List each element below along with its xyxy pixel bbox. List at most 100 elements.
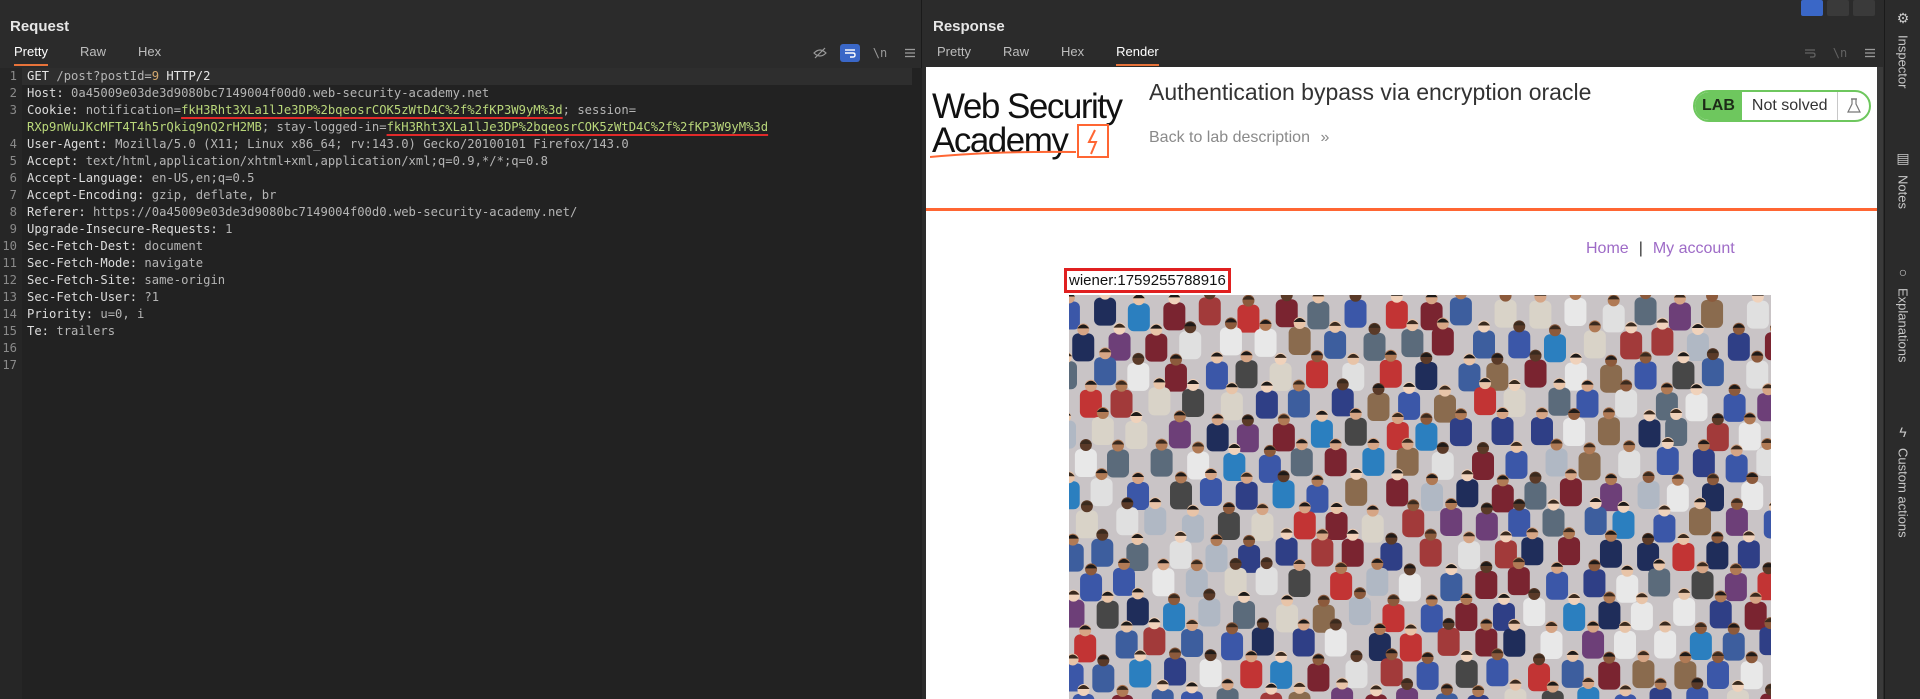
code-token: notification= <box>85 103 182 117</box>
line-code: Host: 0a45009e03de3d9080bc7149004f00d0.w… <box>27 85 489 102</box>
line-number: 9 <box>9 222 17 236</box>
back-link-label: Back to lab description <box>1149 129 1310 146</box>
line-number: 10 <box>2 239 17 253</box>
wrap-icon[interactable] <box>1800 44 1820 62</box>
layout-toggle <box>1801 0 1875 16</box>
code-token: navigate <box>144 256 204 270</box>
line-number: 14 <box>2 307 17 321</box>
code-token: u=0, i <box>100 307 145 321</box>
flask-icon[interactable] <box>1837 92 1869 120</box>
layout-tabs-button[interactable] <box>1853 0 1875 16</box>
sidebar-item-inspector[interactable]: ⚙ Inspector <box>1885 10 1920 88</box>
line-code: Sec-Fetch-Mode: navigate <box>27 255 203 272</box>
top-nav: Home | My account <box>1586 240 1735 258</box>
cookie-value: RXp9nWuJKcMFT4T4h5rQkiq9nQ2rH2MB <box>27 120 262 134</box>
request-title: Request <box>10 18 70 35</box>
lightning-icon: ϟ <box>1899 424 1907 440</box>
tab-hex[interactable]: Hex <box>1061 44 1084 66</box>
line-number: 2 <box>9 86 17 100</box>
newline-toggle[interactable]: \n <box>870 44 890 62</box>
code-token: document <box>144 239 204 253</box>
code-token: Sec-Fetch-Site: <box>27 273 145 287</box>
line-number: 4 <box>9 137 17 151</box>
line-code: Referer: https://0a45009e03de3d9080bc714… <box>27 204 577 221</box>
line-number: 1 <box>9 69 17 83</box>
request-tools: \n <box>800 44 920 62</box>
header-divider <box>926 208 1877 211</box>
request-editor[interactable]: 1 GET /post?postId=9 HTTP/2 2 Host: 0a45009… <box>0 68 922 699</box>
layout-rows-button[interactable] <box>1827 0 1849 16</box>
line-number: 6 <box>9 171 17 185</box>
lightbulb-icon: ○ <box>1898 264 1908 280</box>
tab-pretty[interactable]: Pretty <box>937 44 971 66</box>
line-code: Accept-Language: en-US,en;q=0.5 <box>27 170 254 187</box>
nav-separator: | <box>1638 240 1643 257</box>
wsa-logo[interactable]: Web Security Academy <box>930 87 1132 160</box>
code-token: Sec-Fetch-Mode: <box>27 256 145 270</box>
line-code: Accept-Encoding: gzip, deflate, br <box>27 187 277 204</box>
line-number: 3 <box>9 103 17 117</box>
sidebar-label: Explanations <box>1895 288 1911 363</box>
inspector-icon: ⚙ <box>1896 10 1910 26</box>
code-token: HTTP/2 <box>159 69 211 83</box>
code-token: ; session= <box>562 103 637 117</box>
line-number: 5 <box>9 154 17 168</box>
tab-hex[interactable]: Hex <box>138 44 161 66</box>
crowd-image <box>1069 295 1771 699</box>
sidebar-item-notes[interactable]: ▤ Notes <box>1885 150 1920 209</box>
code-token: Referer: <box>27 205 94 219</box>
code-token: 1 <box>225 222 233 236</box>
code-token: Sec-Fetch-Dest: <box>27 239 145 253</box>
tab-pretty[interactable]: Pretty <box>14 44 48 66</box>
line-code: Sec-Fetch-User: ?1 <box>27 289 159 306</box>
code-token: Mozilla/5.0 (X11; Linux x86_64; rv:143.0… <box>115 137 629 151</box>
tab-raw[interactable]: Raw <box>1003 44 1029 66</box>
code-token: Accept-Encoding: <box>27 188 152 202</box>
back-to-lab-link[interactable]: Back to lab description » <box>1149 129 1329 147</box>
tab-render[interactable]: Render <box>1116 44 1159 66</box>
cookie-value: fkH3Rht3XLa1lJe3DP%2bqeosrCOK5zWtD4C%2f%… <box>386 120 769 134</box>
nav-my-account[interactable]: My account <box>1653 240 1735 258</box>
menu-icon[interactable] <box>1860 44 1880 62</box>
layout-columns-button[interactable] <box>1801 0 1823 16</box>
render-scrollbar[interactable] <box>1877 67 1883 699</box>
code-token: same-origin <box>144 273 226 287</box>
code-token: Accept: <box>27 154 86 168</box>
nav-home[interactable]: Home <box>1586 240 1629 258</box>
chevrons-right-icon: » <box>1320 129 1330 146</box>
sidebar-item-explanations[interactable]: ○ Explanations <box>1885 264 1920 362</box>
sidebar-item-custom-actions[interactable]: ϟ Custom actions <box>1885 424 1920 538</box>
code-token: Upgrade-Insecure-Requests: <box>27 222 226 236</box>
code-token: Sec-Fetch-User: <box>27 290 145 304</box>
code-token: /post?postId= <box>56 69 152 83</box>
line-number: 13 <box>2 290 17 304</box>
sidebar-label: Inspector <box>1895 35 1911 89</box>
eye-off-icon[interactable] <box>810 44 830 62</box>
logo-underline <box>930 150 1077 158</box>
code-token: Host: <box>27 86 72 100</box>
line-number: 8 <box>9 205 17 219</box>
notification-user-text: wiener:1759255788916 <box>1064 268 1231 293</box>
code-token: ; stay-logged-in= <box>261 120 387 134</box>
line-number: 16 <box>2 341 17 355</box>
code-token: Cookie: <box>27 103 86 117</box>
menu-icon[interactable] <box>900 44 920 62</box>
response-pane: Response Pretty Raw Hex Render \n Web Se… <box>923 0 1883 699</box>
newline-toggle[interactable]: \n <box>1830 44 1850 62</box>
response-tools: \n <box>1790 44 1880 62</box>
line-code: Cookie: notification=fkH3Rht3XLa1lJe3DP%… <box>27 102 636 119</box>
code-token: gzip, deflate, br <box>151 188 277 202</box>
sidebar-label: Notes <box>1895 175 1911 209</box>
code-token: en-US,en;q=0.5 <box>151 171 255 185</box>
request-pane: Request Pretty Raw Hex \n 1 GET /post?pos… <box>0 0 922 699</box>
line-number: 7 <box>9 188 17 202</box>
request-tabs: Pretty Raw Hex <box>14 44 193 66</box>
wrap-icon[interactable] <box>840 44 860 62</box>
lab-title: Authentication bypass via encryption ora… <box>1149 79 1592 105</box>
line-code: Priority: u=0, i <box>27 306 144 323</box>
render-view[interactable]: Web Security Academy Authentication bypa… <box>926 67 1877 699</box>
response-title: Response <box>933 18 1005 35</box>
logo-bolt-icon <box>1077 124 1109 158</box>
line-code: Upgrade-Insecure-Requests: 1 <box>27 221 232 238</box>
tab-raw[interactable]: Raw <box>80 44 106 66</box>
